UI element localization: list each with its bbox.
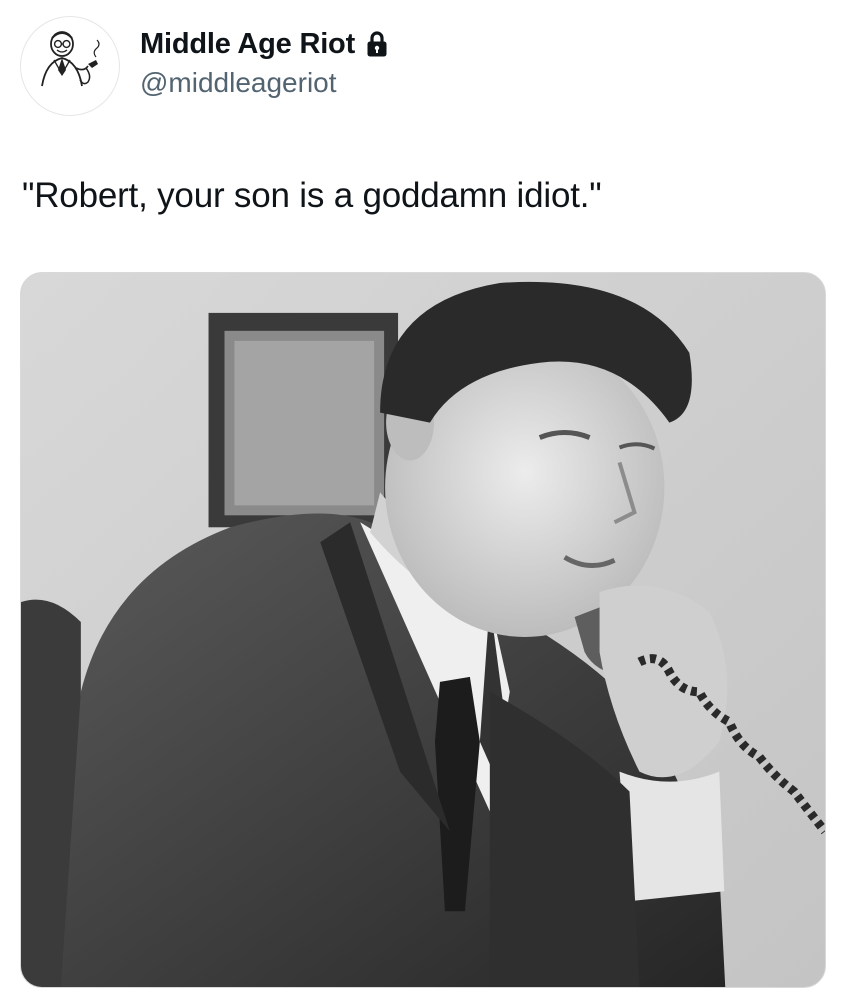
handle[interactable]: @middleageriot	[140, 65, 389, 101]
display-name[interactable]: Middle Age Riot	[140, 25, 355, 63]
tweet-text: "Robert, your son is a goddamn idiot."	[22, 176, 602, 215]
tweet-header: Middle Age Riot @middleageriot	[20, 16, 389, 116]
tweet-media-photo[interactable]	[20, 272, 826, 988]
lock-icon	[367, 31, 387, 57]
photo-man-on-telephone-icon	[21, 273, 825, 987]
avatar-illustration-icon	[41, 31, 100, 87]
avatar[interactable]	[20, 16, 120, 116]
tweet: Middle Age Riot @middleageriot "Robert, …	[0, 0, 845, 1000]
author-names: Middle Age Riot @middleageriot	[140, 16, 389, 116]
display-name-row: Middle Age Riot	[140, 25, 389, 63]
